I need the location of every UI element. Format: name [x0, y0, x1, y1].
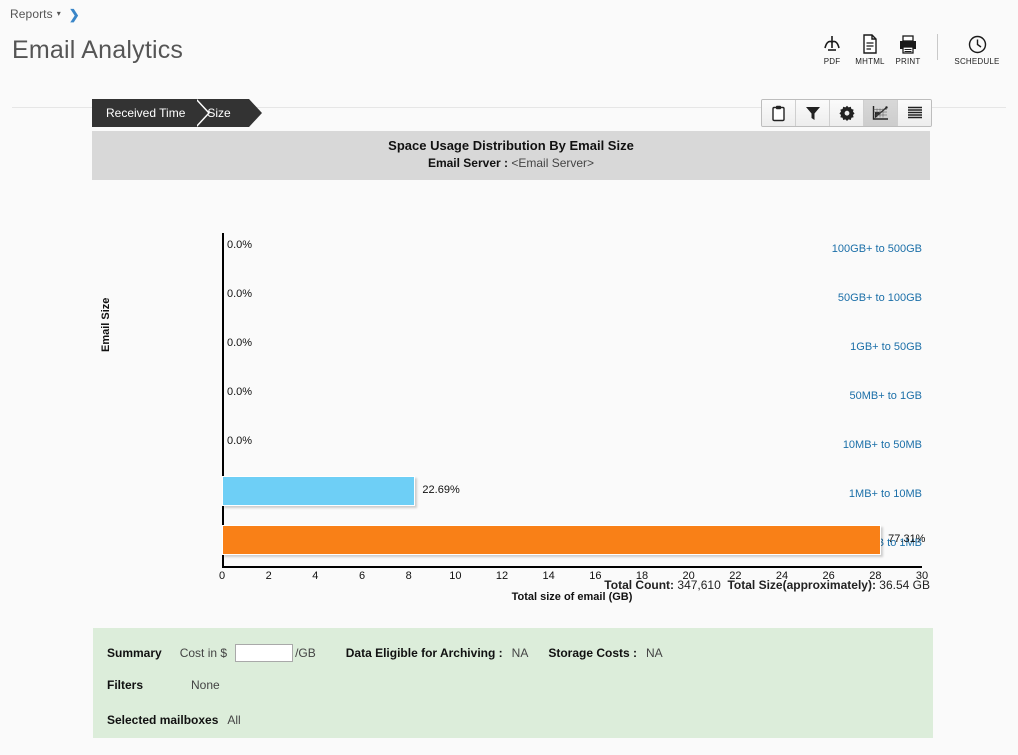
chart-plot-area: Email Size 100GB+ to 500GB 50GB+ to 100GB… — [92, 180, 930, 603]
chevron-right-icon[interactable]: ❯ — [69, 8, 80, 21]
clock-icon — [967, 32, 988, 56]
y-axis-tick-0[interactable]: 100GB+ to 500GB — [810, 243, 930, 255]
archiving-value: NA — [511, 646, 529, 660]
cost-label: Cost in $ — [179, 646, 228, 660]
mailboxes-label: Selected mailboxes — [107, 713, 219, 727]
bar-value-label-3: 0.0% — [227, 386, 253, 398]
chart-panel: Space Usage Distribution By Email Size E… — [92, 131, 930, 603]
page-header: Email Analytics PDF MHTML PRINT SCHEDULE — [0, 28, 1018, 108]
tab-received-time-label: Received Time — [106, 106, 186, 120]
page-title: Email Analytics — [12, 36, 184, 64]
list-view-icon[interactable] — [898, 100, 931, 126]
export-mhtml-label: MHTML — [855, 57, 885, 66]
chart-server-label: Email Server : — [427, 156, 508, 170]
storage-costs-label: Storage Costs : — [548, 646, 638, 660]
tab-end-chevron-icon — [248, 99, 262, 127]
bar-value-label-0: 0.0% — [227, 239, 253, 251]
bar-value-label-2: 0.0% — [227, 337, 253, 349]
settings-gear-icon[interactable] — [830, 100, 864, 126]
printer-icon — [898, 32, 918, 56]
clipboard-icon[interactable] — [762, 100, 796, 126]
tab-chevron-icon — [195, 99, 209, 127]
header-export-tools: PDF MHTML PRINT SCHEDULE — [813, 32, 1006, 66]
breadcrumb: Reports ▾ ❯ — [0, 0, 1018, 28]
bar-value-label-5: 22.69% — [422, 484, 460, 496]
total-count-value: 347,610 — [677, 578, 721, 592]
schedule-label: SCHEDULE — [954, 57, 1000, 66]
pdf-icon — [822, 32, 842, 56]
toolbar-divider — [937, 34, 938, 60]
summary-label: Summary — [107, 646, 162, 660]
bar-value-label-1: 0.0% — [227, 288, 253, 300]
cost-input[interactable] — [235, 644, 294, 662]
bar-5[interactable] — [222, 476, 416, 506]
summary-panel: Summary Cost in $ /GB Data Eligible for … — [93, 628, 933, 738]
chart-totals: Total Count: 347,610 Total Size(approxim… — [92, 578, 930, 592]
bar-6[interactable] — [222, 525, 882, 555]
total-count-label: Total Count: — [604, 578, 675, 592]
tab-size-label: Size — [207, 106, 231, 120]
export-pdf-label: PDF — [823, 57, 841, 66]
page-root: Reports ▾ ❯ Email Analytics PDF MHTML PR… — [0, 0, 1018, 755]
y-axis-tick-4[interactable]: 10MB+ to 50MB — [810, 439, 930, 451]
chart-header: Space Usage Distribution By Email Size E… — [92, 131, 930, 180]
storage-costs-value: NA — [646, 646, 663, 660]
x-axis-title: Total size of email (GB) — [511, 591, 633, 603]
summary-row-mailboxes: Selected mailboxes All — [107, 713, 241, 727]
total-size-value: 36.54 GB — [879, 578, 930, 592]
archiving-label: Data Eligible for Archiving : — [345, 646, 503, 660]
schedule-button[interactable]: SCHEDULE — [948, 32, 1006, 66]
print-label: PRINT — [895, 57, 921, 66]
x-axis-line — [222, 566, 922, 568]
y-axis-tick-5[interactable]: 1MB+ to 10MB — [810, 488, 930, 500]
bar-value-label-6: 77.31% — [888, 533, 926, 545]
filter-icon[interactable] — [796, 100, 830, 126]
breadcrumb-reports-link[interactable]: Reports — [10, 7, 53, 21]
export-pdf-button[interactable]: PDF — [813, 32, 851, 66]
mhtml-document-icon — [861, 32, 879, 56]
y-axis-title: Email Size — [100, 297, 112, 352]
print-button[interactable]: PRINT — [889, 32, 927, 66]
total-size-label: Total Size(approximately): — [727, 578, 876, 592]
report-tabs: Received Time Size — [92, 99, 262, 127]
chart-panel-toolbar — [761, 99, 932, 127]
summary-row-cost: Summary Cost in $ /GB Data Eligible for … — [107, 644, 663, 662]
chart-subtitle: Email Server : <Email Server> — [92, 155, 930, 172]
bar-value-label-4: 0.0% — [227, 435, 253, 447]
filters-label: Filters — [107, 678, 144, 692]
export-mhtml-button[interactable]: MHTML — [851, 32, 889, 66]
tab-received-time[interactable]: Received Time — [92, 99, 211, 127]
cost-unit-label: /GB — [295, 646, 316, 660]
chart-view-icon[interactable] — [864, 100, 898, 126]
chevron-down-icon[interactable]: ▾ — [57, 10, 61, 18]
y-axis-tick-3[interactable]: 50MB+ to 1GB — [810, 390, 930, 402]
y-axis-line — [222, 233, 224, 566]
filters-value: None — [191, 678, 220, 692]
y-axis-tick-1[interactable]: 50GB+ to 100GB — [810, 292, 930, 304]
chart-server-value: <Email Server> — [511, 156, 595, 170]
y-axis-tick-2[interactable]: 1GB+ to 50GB — [810, 341, 930, 353]
chart-title: Space Usage Distribution By Email Size — [388, 138, 634, 153]
mailboxes-value: All — [227, 713, 241, 727]
summary-row-filters: Filters None — [107, 678, 220, 692]
